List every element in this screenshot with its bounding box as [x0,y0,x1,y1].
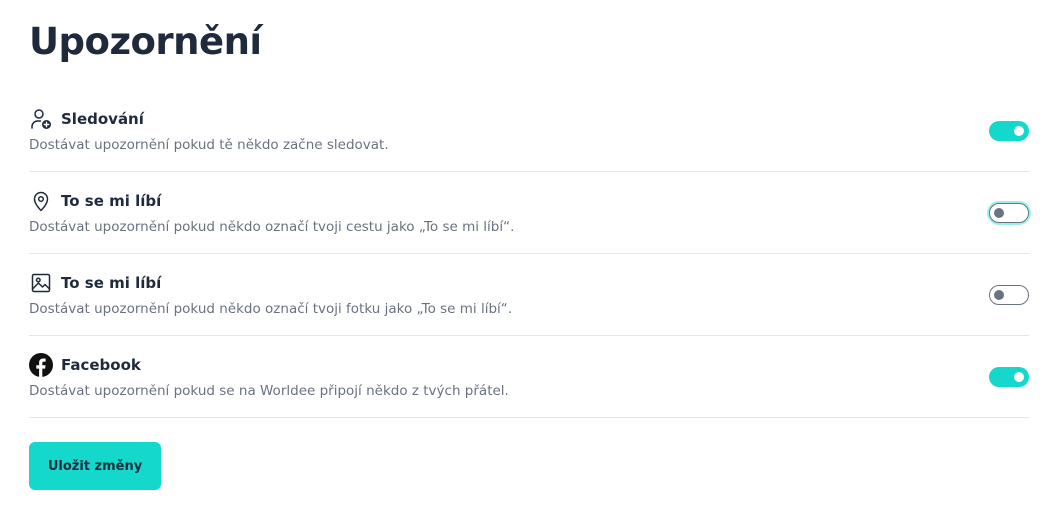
map-pin-icon [29,189,53,213]
toggle-knob [1014,126,1024,136]
setting-title: To se mi líbí [61,192,162,210]
page-title: Upozornění [29,20,262,63]
facebook-icon [29,353,53,377]
facebook-toggle[interactable] [989,367,1029,387]
setting-description: Dostávat upozornění pokud se na Worldee … [29,383,509,399]
setting-title: To se mi líbí [61,274,162,292]
setting-description: Dostávat upozornění pokud tě někdo začne… [29,137,389,153]
setting-row-photo-likes: To se mi líbí Dostávat upozornění pokud … [29,254,1029,336]
toggle-knob [993,208,1004,218]
setting-title: Sledování [61,110,144,128]
setting-row-trip-likes: To se mi líbí Dostávat upozornění pokud … [29,172,1029,254]
setting-row-follows: Sledování Dostávat upozornění pokud tě n… [29,90,1029,172]
trip-likes-toggle[interactable] [989,203,1029,223]
image-icon [29,271,53,295]
notifications-page: Upozornění Sledování Dostávat upozornění… [0,0,1064,527]
toggle-knob [993,290,1004,300]
photo-likes-toggle[interactable] [989,285,1029,305]
user-plus-icon [29,107,53,131]
setting-description: Dostávat upozornění pokud někdo označí t… [29,219,515,235]
save-button[interactable]: Uložit změny [29,442,161,490]
setting-row-facebook: Facebook Dostávat upozornění pokud se na… [29,336,1029,418]
setting-description: Dostávat upozornění pokud někdo označí t… [29,301,513,317]
setting-title: Facebook [61,356,141,374]
notification-settings-list: Sledování Dostávat upozornění pokud tě n… [29,90,1029,418]
toggle-knob [1014,372,1024,382]
follows-toggle[interactable] [989,121,1029,141]
